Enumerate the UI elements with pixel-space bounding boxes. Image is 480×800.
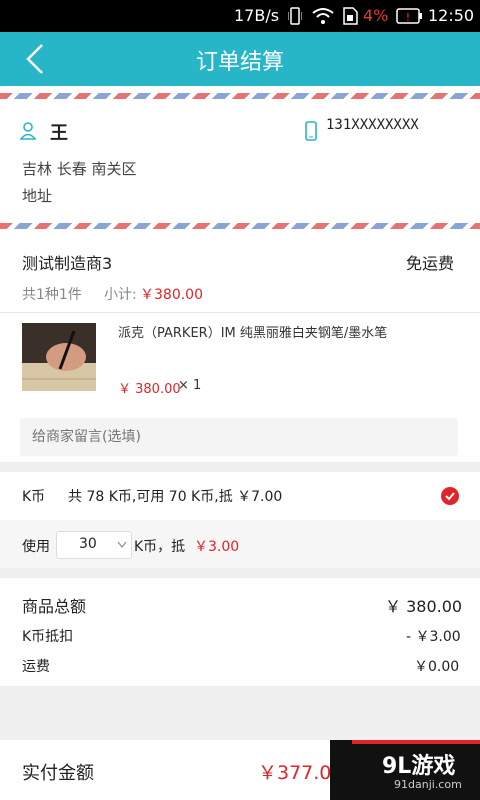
order-store-section: 测试制造商3 免运费 共1种1件 小计: ￥380.00 派克（PARKER）I… bbox=[0, 238, 480, 406]
envelope-stripe-top bbox=[0, 93, 480, 99]
phone-icon bbox=[305, 121, 317, 141]
goods-total-label: 商品总额 bbox=[22, 597, 87, 616]
shipping-label: 运费 bbox=[22, 659, 50, 675]
product-thumbnail[interactable] bbox=[22, 323, 96, 391]
vibrate-icon bbox=[288, 7, 302, 25]
recipient-phone: 131XXXXXXXX bbox=[326, 117, 419, 133]
kcoin-deduct-label: K币抵扣 bbox=[22, 629, 74, 645]
address-region: 吉林 长春 南关区 bbox=[22, 160, 137, 178]
kcoin-summary: 共 78 K币,可用 70 K币,抵 ￥7.00 bbox=[68, 489, 283, 505]
battery-icon: ! bbox=[396, 8, 422, 24]
divider bbox=[0, 312, 480, 313]
store-name: 测试制造商3 bbox=[22, 254, 113, 273]
watermark-logo: 9L游戏 91danji.com bbox=[330, 740, 480, 800]
shipping-free-label: 免运费 bbox=[406, 254, 455, 273]
watermark-brand: 9L游戏 bbox=[382, 754, 456, 779]
wifi-icon bbox=[312, 8, 334, 24]
kcoin-amount-value: 30 bbox=[79, 536, 97, 552]
message-field-wrapper bbox=[20, 418, 458, 456]
header-bar: 订单结算 bbox=[0, 32, 480, 86]
submit-button-edge[interactable] bbox=[352, 740, 480, 744]
sim-icon bbox=[343, 7, 358, 25]
kcoin-label: K币 bbox=[22, 489, 46, 505]
watermark-site: 91danji.com bbox=[394, 778, 462, 791]
shipping-value: ￥0.00 bbox=[414, 659, 460, 675]
product-qty: × 1 bbox=[178, 378, 202, 393]
goods-total-value: ￥ 380.00 bbox=[385, 597, 463, 616]
subtotal-value: ￥380.00 bbox=[140, 287, 203, 303]
network-speed: 17B/s bbox=[234, 6, 280, 25]
subtotal-label: 小计: bbox=[104, 287, 137, 303]
kcoin-section: K币 共 78 K币,可用 70 K币,抵 ￥7.00 bbox=[0, 472, 480, 520]
check-circle-icon[interactable] bbox=[441, 487, 459, 505]
pay-label: 实付金额 bbox=[22, 763, 94, 784]
kcoin-deduct-value: ￥3.00 bbox=[194, 539, 240, 555]
product-name[interactable]: 派克（PARKER）IM 纯黑丽雅白夹钢笔/墨水笔 bbox=[118, 322, 387, 341]
kcoin-use-label: 使用 bbox=[22, 539, 50, 555]
message-input[interactable] bbox=[30, 418, 454, 456]
recipient-name: 王 bbox=[50, 123, 68, 144]
product-price: ￥ 380.00 bbox=[118, 382, 181, 397]
page-title: 订单结算 bbox=[195, 50, 284, 75]
kcoin-amount-select[interactable]: 30 bbox=[56, 531, 132, 559]
user-icon bbox=[20, 122, 36, 140]
envelope-stripe-bottom bbox=[0, 223, 480, 229]
status-bar: 17B/s 4% ! 12:50 bbox=[0, 0, 480, 32]
battery-percent: 4% bbox=[363, 6, 389, 25]
svg-text:!: ! bbox=[406, 11, 410, 24]
address-card[interactable]: 王 131XXXXXXXX 吉林 长春 南关区 地址 bbox=[0, 86, 480, 238]
address-detail: 地址 bbox=[22, 187, 53, 205]
chevron-down-icon bbox=[117, 541, 127, 549]
totals-section: 商品总额 ￥ 380.00 K币抵扣 - ￥3.00 运费 ￥0.00 bbox=[0, 578, 480, 686]
item-count: 共1种1件 bbox=[22, 287, 82, 303]
kcoin-unit-label: K币，抵 bbox=[134, 539, 186, 555]
kcoin-deduct-total: - ￥3.00 bbox=[406, 629, 461, 645]
clock: 12:50 bbox=[428, 6, 475, 25]
